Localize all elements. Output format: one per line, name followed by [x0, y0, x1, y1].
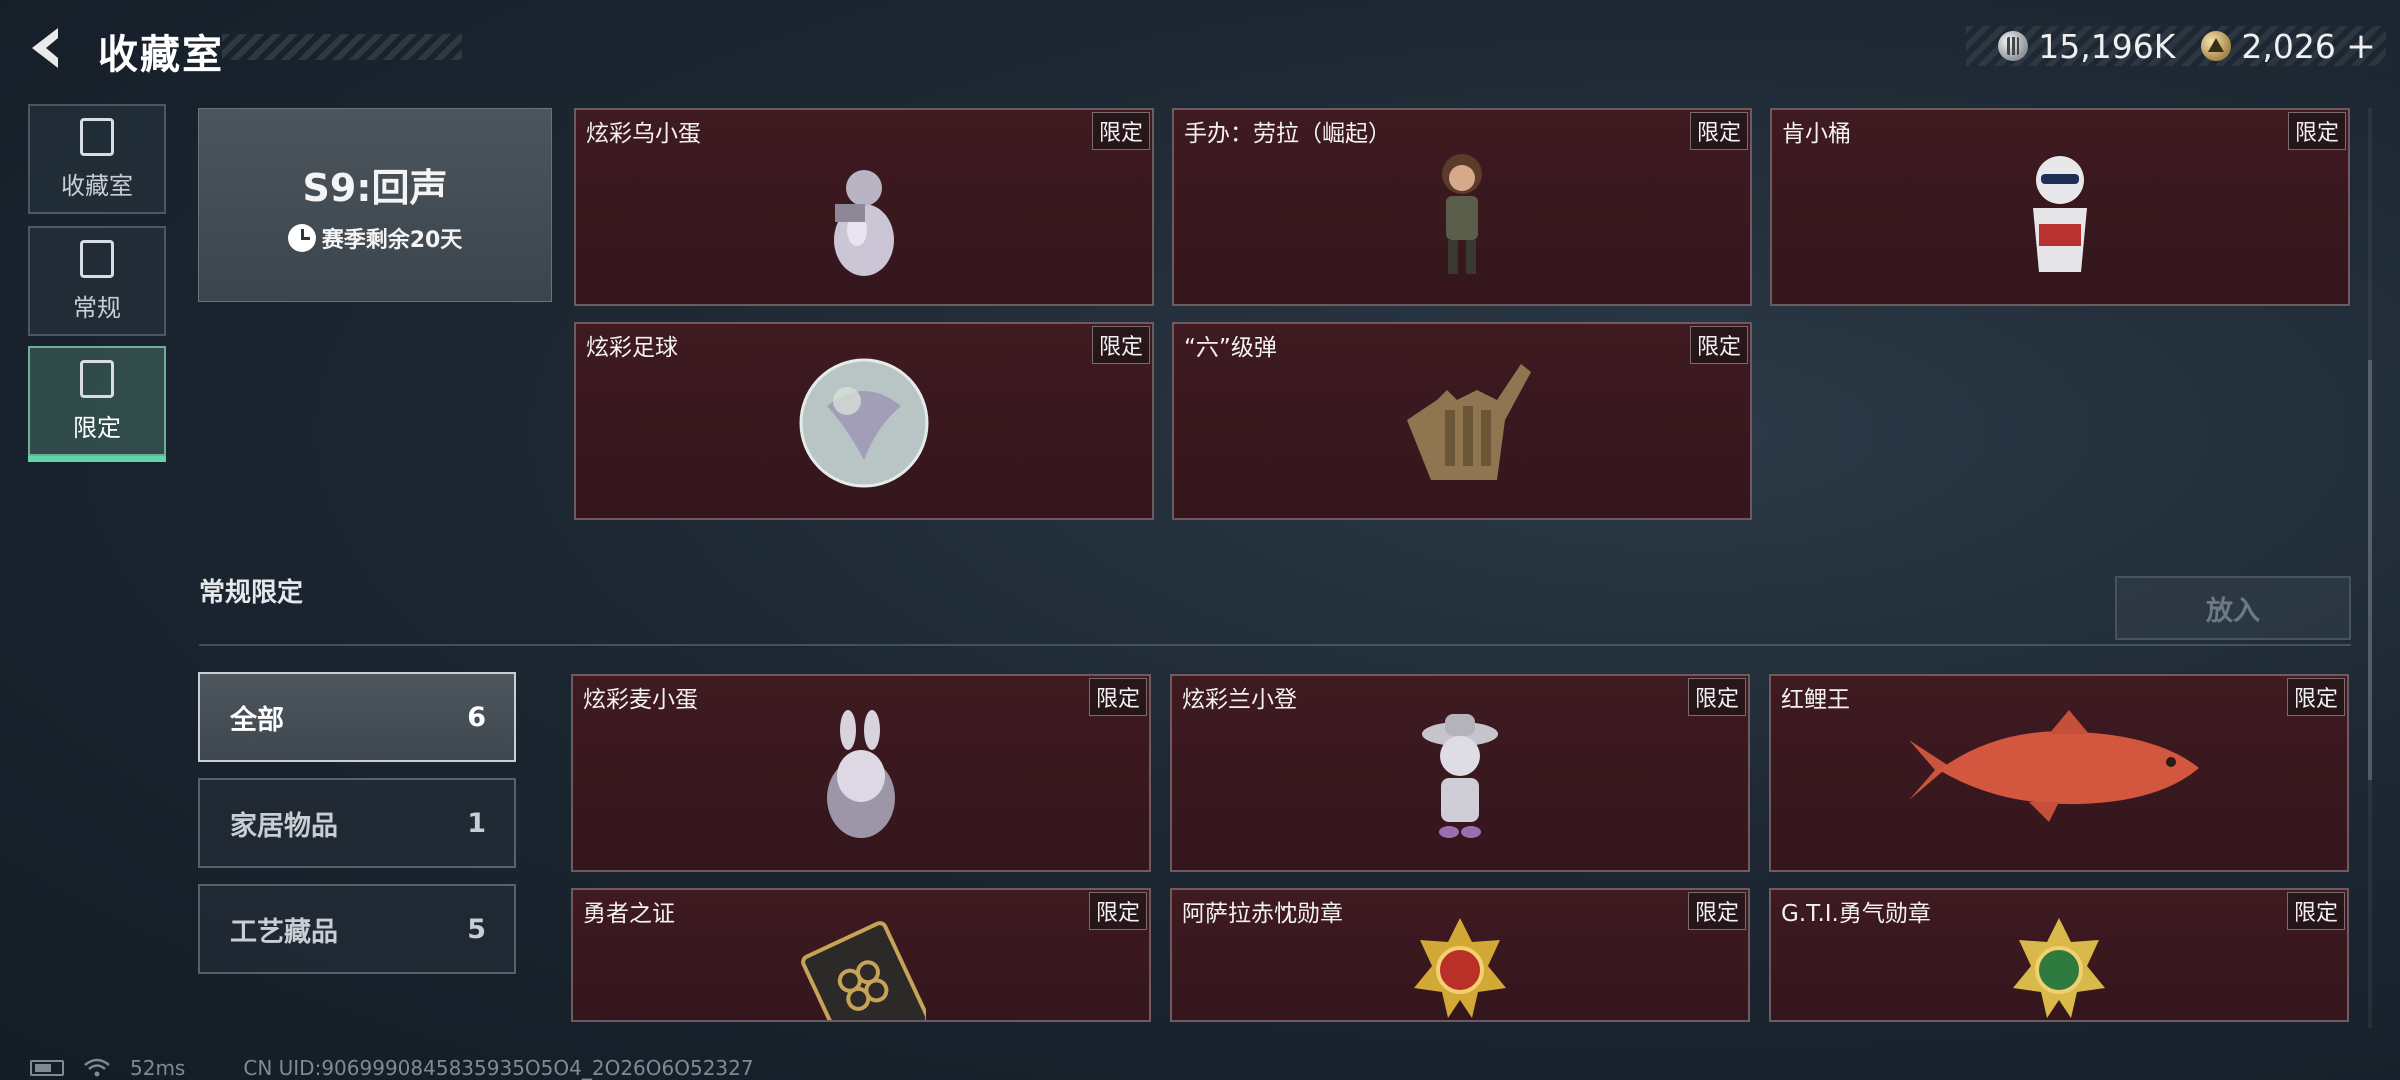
item-card[interactable]: “六”级弹 限定 — [1172, 322, 1752, 520]
item-card[interactable]: 炫彩乌小蛋 限定 — [574, 108, 1154, 306]
season-title: S9:回声 — [302, 165, 448, 210]
category-count: 6 — [467, 701, 486, 733]
season-remaining-text: 赛季剩余20天 — [321, 227, 463, 253]
category-count: 1 — [467, 807, 486, 839]
limited-tag: 限定 — [1689, 326, 1748, 364]
add-currency-button[interactable]: + — [2346, 26, 2376, 67]
card-token-icon — [801, 921, 926, 1020]
item-name: 炫彩麦小蛋 — [583, 687, 698, 713]
category-label: 家居物品 — [230, 810, 338, 842]
figure-doll-icon — [1442, 154, 1482, 274]
nav-tab-collection-room[interactable]: 收藏室 — [28, 104, 166, 214]
item-name: 阿萨拉赤忱勋章 — [1182, 901, 1343, 927]
sombrero-figure-icon — [1422, 714, 1498, 838]
item-name: 炫彩足球 — [586, 335, 678, 361]
medal-red-icon — [1414, 918, 1506, 1018]
limited-tag: 限定 — [1091, 326, 1150, 364]
limited-tag: 限定 — [1687, 892, 1746, 930]
gold-coin-icon — [2201, 31, 2232, 61]
nav-tab-regular[interactable]: 常规 — [28, 226, 166, 336]
egg-figure-icon — [834, 170, 894, 276]
status-bar: 52ms CN UID:9069990845835935O5O4_2O26O6O… — [30, 1056, 754, 1080]
category-label: 工艺藏品 — [230, 916, 338, 948]
category-label: 全部 — [230, 704, 284, 736]
season-remaining: 赛季剩余20天 — [287, 222, 463, 254]
season-panel: S9:回声 赛季剩余20天 — [198, 108, 552, 302]
item-card[interactable]: 炫彩兰小登 限定 — [1170, 674, 1750, 872]
collection-room-icon — [80, 117, 114, 156]
ping-text: 52ms — [130, 1056, 186, 1080]
item-name: 手办：劳拉（崛起） — [1184, 121, 1391, 147]
item-card[interactable]: 手办：劳拉（崛起） 限定 — [1172, 108, 1752, 306]
silver-amount: 15,196K — [2038, 26, 2176, 66]
limited-tag: 限定 — [1088, 892, 1147, 930]
page-title: 收藏室 — [98, 32, 224, 78]
silver-coin-icon — [1998, 31, 2029, 61]
section-divider — [199, 644, 2351, 646]
battery-icon — [30, 1060, 64, 1076]
bullet-hand-icon — [1407, 364, 1531, 480]
item-name: 勇者之证 — [583, 901, 675, 927]
item-card[interactable]: 炫彩麦小蛋 限定 — [571, 674, 1151, 872]
section-title: 常规限定 — [199, 578, 304, 608]
limited-tag: 限定 — [1687, 678, 1746, 716]
egg-bunny-icon — [827, 710, 895, 838]
currency-bar: 15,196K 2,026 + — [1966, 26, 2386, 67]
item-card[interactable]: G.T.I.勇气勋章 限定 — [1769, 888, 2349, 1022]
back-button[interactable] — [24, 22, 76, 74]
scrollbar-thumb[interactable] — [2368, 360, 2372, 780]
nav-tab-label: 常规 — [73, 293, 121, 322]
regular-icon — [80, 239, 114, 278]
category-count: 5 — [467, 913, 486, 945]
item-name: “六”级弹 — [1184, 335, 1277, 361]
bucket-figure-icon — [2033, 156, 2087, 272]
title-decoration — [222, 34, 462, 60]
football-icon — [799, 358, 929, 488]
category-all[interactable]: 全部 6 — [198, 672, 516, 762]
item-card[interactable]: 勇者之证 限定 — [571, 888, 1151, 1022]
item-card[interactable]: 阿萨拉赤忱勋章 限定 — [1170, 888, 1750, 1022]
limited-tag: 限定 — [2286, 678, 2345, 716]
item-name: 红鲤王 — [1781, 687, 1850, 713]
item-card[interactable]: 炫彩足球 限定 — [574, 322, 1154, 520]
item-name: G.T.I.勇气勋章 — [1781, 901, 1931, 927]
limited-icon — [80, 359, 114, 398]
limited-tag: 限定 — [2286, 892, 2345, 930]
currency-gold: 2,026 + — [2201, 26, 2376, 67]
item-card[interactable]: 肯小桶 限定 — [1770, 108, 2350, 306]
back-arrow-icon — [32, 28, 58, 68]
clock-icon — [287, 223, 316, 252]
item-name: 炫彩兰小登 — [1182, 687, 1297, 713]
nav-tab-limited[interactable]: 限定 — [28, 346, 166, 462]
limited-tag: 限定 — [2287, 112, 2346, 150]
uid-text: CN UID:9069990845835935O5O4_2O26O6O52327 — [243, 1056, 754, 1080]
carp-fish-icon — [1909, 710, 2199, 822]
item-name: 肯小桶 — [1782, 121, 1851, 147]
item-name: 炫彩乌小蛋 — [586, 121, 701, 147]
wifi-icon — [84, 1058, 110, 1077]
category-craft[interactable]: 工艺藏品 5 — [198, 884, 516, 974]
currency-silver: 15,196K — [1998, 27, 2175, 66]
item-card[interactable]: 红鲤王 限定 — [1769, 674, 2349, 872]
gold-amount: 2,026 — [2241, 26, 2336, 66]
nav-tab-label: 限定 — [73, 413, 121, 442]
nav-tab-label: 收藏室 — [61, 171, 133, 200]
limited-tag: 限定 — [1088, 678, 1147, 716]
limited-tag: 限定 — [1091, 112, 1150, 150]
medal-green-icon — [2013, 918, 2105, 1018]
put-in-button[interactable]: 放入 — [2115, 576, 2351, 640]
category-household[interactable]: 家居物品 1 — [198, 778, 516, 868]
limited-tag: 限定 — [1689, 112, 1748, 150]
